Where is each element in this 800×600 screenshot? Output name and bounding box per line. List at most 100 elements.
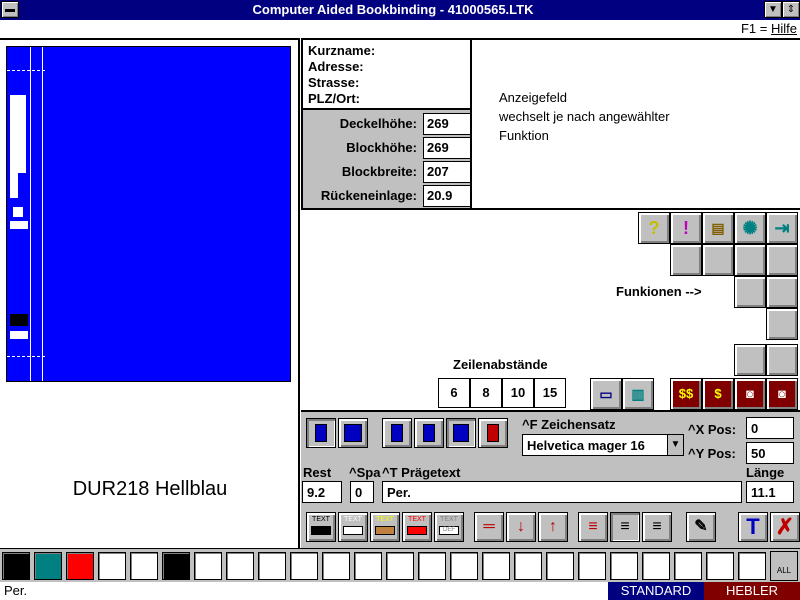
files-icon[interactable]: ▥ xyxy=(622,378,654,410)
color-swatch[interactable] xyxy=(514,552,542,580)
minimize-button[interactable]: ▼ xyxy=(764,1,782,18)
line-spacing-10[interactable]: 10 xyxy=(502,378,534,408)
text-style-red[interactable]: TEXT xyxy=(402,512,432,542)
color-swatch[interactable] xyxy=(98,552,126,580)
text-style-label: TEXT xyxy=(440,516,458,523)
align-right-icon[interactable]: ≡ xyxy=(642,512,672,542)
color-swatch[interactable] xyxy=(578,552,606,580)
all-colors-button[interactable]: ALL xyxy=(770,551,798,581)
laenge-label: Länge xyxy=(746,465,785,480)
color-swatch[interactable] xyxy=(2,552,30,580)
function-slot[interactable] xyxy=(734,276,766,308)
line-spacing-6[interactable]: 6 xyxy=(438,378,470,408)
text-style-label: TEXT xyxy=(312,516,330,523)
exclamation-icon[interactable]: ! xyxy=(670,212,702,244)
camera-alt-icon[interactable]: ◙ xyxy=(766,378,798,410)
line-spacing-8[interactable]: 8 xyxy=(470,378,502,408)
book-icon xyxy=(423,424,435,442)
stamp-tool-icon[interactable]: ✎ xyxy=(686,512,716,542)
book-spine-icon[interactable] xyxy=(414,418,444,448)
blockbreite-input[interactable]: 207 xyxy=(423,161,471,183)
align-left-icon[interactable]: ≡ xyxy=(578,512,608,542)
color-swatch[interactable] xyxy=(226,552,254,580)
color-swatch[interactable] xyxy=(418,552,446,580)
restore-button[interactable]: ⇕ xyxy=(782,1,800,18)
embossing-text-input[interactable]: Per. xyxy=(382,481,742,503)
color-swatch[interactable] xyxy=(386,552,414,580)
standard-badge[interactable]: STANDARD xyxy=(608,582,704,600)
swatch xyxy=(311,526,331,535)
arrow-up-icon[interactable]: ↑ xyxy=(538,512,568,542)
blockbreite-label: Blockbreite: xyxy=(341,164,417,179)
hebler-badge[interactable]: HEBLER xyxy=(704,582,800,600)
color-swatch[interactable] xyxy=(258,552,286,580)
function-slot[interactable] xyxy=(766,244,798,276)
book-left-icon[interactable] xyxy=(382,418,412,448)
color-swatch[interactable] xyxy=(642,552,670,580)
spine-marker xyxy=(13,207,23,217)
y-pos-input[interactable]: 50 xyxy=(746,442,794,464)
money-icon[interactable]: $$ xyxy=(670,378,702,410)
rueckeneinlage-input[interactable]: 20.9 xyxy=(423,185,471,207)
color-swatch[interactable] xyxy=(738,552,766,580)
book-back-icon[interactable] xyxy=(446,418,476,448)
function-slot[interactable] xyxy=(766,344,798,376)
system-menu-button[interactable]: ▬ xyxy=(1,1,19,18)
top-margin-dash xyxy=(7,70,45,71)
color-swatch[interactable] xyxy=(290,552,318,580)
functions-label: Funkionen --> xyxy=(616,284,702,299)
book-cover-preview[interactable] xyxy=(6,46,291,382)
deckelhoehe-input[interactable]: 269 xyxy=(423,113,471,135)
color-swatch[interactable] xyxy=(610,552,638,580)
blockhoehe-input[interactable]: 269 xyxy=(423,137,471,159)
filing-cabinet-icon[interactable]: ▤ xyxy=(702,212,734,244)
spa-input[interactable]: 0 xyxy=(350,481,374,503)
text-style-black[interactable]: TEXT xyxy=(306,512,336,542)
help-question-icon[interactable]: ? xyxy=(638,212,670,244)
color-swatch[interactable] xyxy=(34,552,62,580)
color-swatch[interactable] xyxy=(322,552,350,580)
book-front-icon[interactable] xyxy=(338,418,368,448)
text-style-white[interactable]: TEXT xyxy=(338,512,368,542)
delete-text-icon[interactable]: ✗ xyxy=(770,512,800,542)
rest-input[interactable]: 9.2 xyxy=(302,481,342,503)
dropdown-arrow-icon[interactable]: ▼ xyxy=(667,435,683,455)
function-slot[interactable] xyxy=(766,308,798,340)
align-equal-icon[interactable]: ═ xyxy=(474,512,504,542)
font-select[interactable]: Helvetica mager 16 ▼ xyxy=(522,434,684,456)
color-swatch[interactable] xyxy=(450,552,478,580)
text-tool-icon[interactable]: T xyxy=(738,512,768,542)
help-link[interactable]: Hilfe xyxy=(771,21,797,36)
color-swatch[interactable] xyxy=(482,552,510,580)
title-bar: ▬ Computer Aided Bookbinding - 41000565.… xyxy=(0,0,800,20)
line-spacing-15[interactable]: 15 xyxy=(534,378,566,408)
color-swatch[interactable] xyxy=(546,552,574,580)
function-slot[interactable] xyxy=(670,244,702,276)
book-spine-pressed-icon[interactable] xyxy=(306,418,336,448)
color-swatch[interactable] xyxy=(162,552,190,580)
money-single-icon[interactable]: $ xyxy=(702,378,734,410)
color-swatch[interactable] xyxy=(130,552,158,580)
exit-door-icon[interactable]: ⇥ xyxy=(766,212,798,244)
color-swatch[interactable] xyxy=(354,552,382,580)
book-arrow-icon[interactable] xyxy=(478,418,508,448)
camera-icon[interactable]: ◙ xyxy=(734,378,766,410)
app-window: ▬ Computer Aided Bookbinding - 41000565.… xyxy=(0,0,800,600)
function-slot[interactable] xyxy=(702,244,734,276)
rueckeneinlage-label: Rückeneinlage: xyxy=(320,188,417,203)
color-swatch[interactable] xyxy=(706,552,734,580)
color-swatch[interactable] xyxy=(194,552,222,580)
x-pos-input[interactable]: 0 xyxy=(746,417,794,439)
text-style-gold[interactable]: TEXT xyxy=(370,512,400,542)
arrow-down-icon[interactable]: ↓ xyxy=(506,512,536,542)
monitor-icon[interactable]: ▭ xyxy=(590,378,622,410)
align-center-icon[interactable]: ≡ xyxy=(610,512,640,542)
function-slot[interactable] xyxy=(734,344,766,376)
text-style-default[interactable]: TEXT DEF xyxy=(434,512,464,542)
cd-icon[interactable]: ✺ xyxy=(734,212,766,244)
color-swatch[interactable] xyxy=(674,552,702,580)
laenge-input[interactable]: 11.1 xyxy=(746,481,794,503)
function-slot[interactable] xyxy=(766,276,798,308)
function-slot[interactable] xyxy=(734,244,766,276)
color-swatch[interactable] xyxy=(66,552,94,580)
